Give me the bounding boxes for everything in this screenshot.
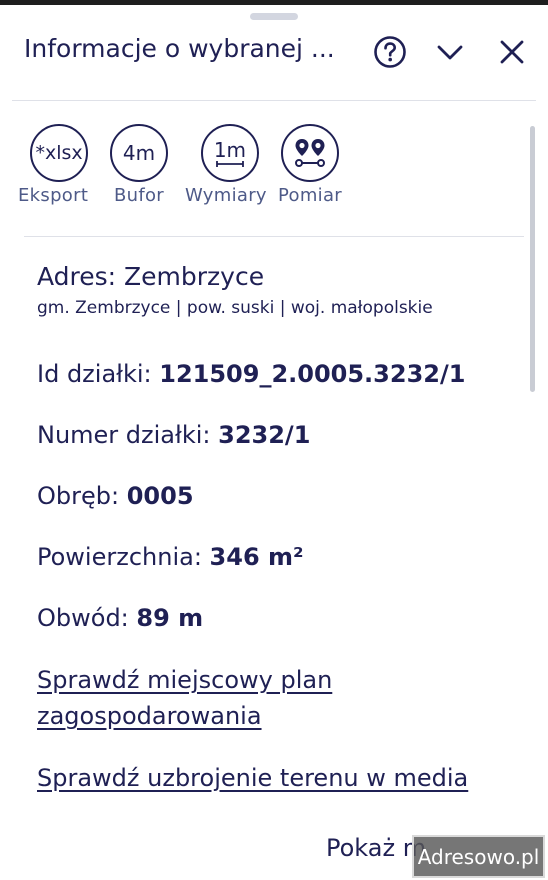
precinct-label: Obręb: (37, 482, 127, 510)
dimensions-tool-button[interactable]: 1m Wymiary (185, 124, 267, 206)
perimeter-label: Obwód: (37, 604, 137, 632)
parcel-id-row: Id działki: 121509_2.0005.3232/1 (37, 360, 465, 388)
measure-label: Pomiar (278, 185, 342, 206)
buffer-icon: 4m (110, 124, 168, 182)
export-label: Eksport (18, 185, 89, 206)
watermark-logo: Adresowo.pl (412, 835, 545, 878)
xlsx-icon: *xlsx (30, 124, 89, 182)
panel-header: Informacje o wybranej ... (0, 22, 548, 82)
help-circle-icon (374, 36, 406, 68)
dimensions-label: Wymiary (185, 185, 267, 206)
ruler-dimension-icon: 1m (200, 124, 259, 182)
buffer-icon-text: 4m (122, 141, 156, 165)
address-title: Adres: Zembrzyce (37, 262, 265, 291)
area-label: Powierzchnia: (37, 543, 210, 571)
parcel-number-label: Numer działki: (37, 421, 219, 449)
parcel-id-label: Id działki: (37, 360, 160, 388)
close-button[interactable] (492, 32, 532, 72)
measure-icon-circle (281, 124, 339, 182)
sheet-drag-handle[interactable] (250, 13, 298, 20)
collapse-button[interactable] (430, 32, 470, 72)
perimeter-row: Obwód: 89 m (37, 604, 203, 632)
measure-tool-button[interactable]: Pomiar (278, 124, 342, 206)
utilities-link[interactable]: Sprawdź uzbrojenie terenu w media (37, 760, 468, 796)
tool-bar: *xlsx Eksport 4m Bufor 1m Wymiary Pomiar (18, 124, 364, 214)
zoning-plan-link-line2: zagospodarowania (37, 702, 262, 730)
zoning-plan-link[interactable]: Sprawdź miejscowy plan zagospodarowania (37, 662, 332, 734)
precinct-row: Obręb: 0005 (37, 482, 194, 510)
address-subtitle: gm. Zembrzyce | pow. suski | woj. małopo… (37, 298, 433, 318)
precinct-value: 0005 (126, 482, 194, 510)
export-tool-button[interactable]: *xlsx Eksport (18, 124, 89, 206)
dimensions-icon-text: 1m (213, 138, 247, 162)
help-button[interactable] (370, 32, 410, 72)
dimension-line-icon (216, 161, 244, 167)
perimeter-value: 89 m (136, 604, 204, 632)
chevron-down-icon (437, 45, 463, 60)
parcel-id-value: 121509_2.0005.3232/1 (159, 360, 466, 388)
panel-scrollbar[interactable] (530, 126, 535, 392)
measure-pins-icon (295, 139, 325, 167)
status-bar-edge (0, 0, 548, 5)
buffer-label: Bufor (113, 185, 164, 206)
header-divider (12, 100, 536, 101)
parcel-number-value: 3232/1 (218, 421, 311, 449)
panel-title: Informacje o wybranej ... (24, 34, 335, 63)
parcel-number-row: Numer działki: 3232/1 (37, 421, 310, 449)
zoning-plan-link-line1: Sprawdź miejscowy plan (37, 666, 333, 694)
area-row: Powierzchnia: 346 m² (37, 543, 304, 571)
close-icon (500, 40, 524, 64)
area-value: 346 m² (209, 543, 304, 571)
buffer-tool-button[interactable]: 4m Bufor (110, 124, 168, 206)
tools-divider (24, 236, 524, 237)
export-icon-text: *xlsx (35, 142, 83, 164)
